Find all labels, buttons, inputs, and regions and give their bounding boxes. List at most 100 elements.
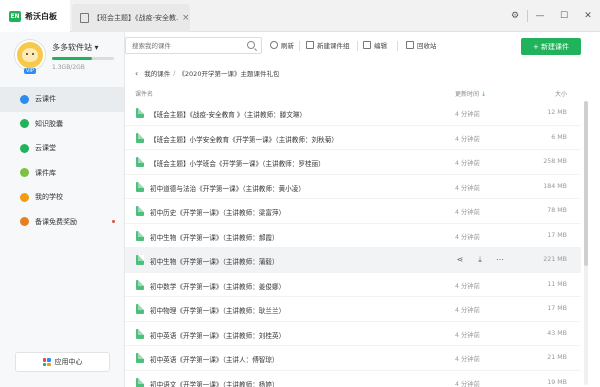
file-name[interactable]: 初中英语《开学第一课》（主讲人：傅智琼）: [150, 354, 279, 364]
download-icon[interactable]: ⤓: [475, 255, 485, 265]
sidebar-item-label: 知识胶囊: [35, 119, 63, 128]
table-header: 课件名 更新时间 ↓ 大小: [125, 87, 581, 101]
file-time: 4 分钟前: [455, 184, 480, 192]
school-icon: [20, 192, 29, 202]
app-logo-icon: EN: [9, 10, 21, 22]
file-list: 【班会主题】《战疫-安全教育 》（主讲教师：滕文琳） 4 分钟前 12 MB 【班会主…: [125, 101, 581, 387]
file-name[interactable]: 【班会主题】小学安全教育《开学第一课》（主讲教师：刘秋菊）: [150, 134, 338, 144]
table-row[interactable]: 【班会主题】《战疫-安全教育 》（主讲教师：滕文琳） 4 分钟前 12 MB: [125, 101, 581, 126]
file-size: 19 MB: [547, 378, 567, 386]
file-size: 78 MB: [547, 207, 567, 214]
capsule-icon: [20, 119, 29, 129]
table-row[interactable]: 初中生物《开学第一课》（主讲教师：郝霞） 4 分钟前 17 MB: [125, 224, 581, 248]
sidebar-item-library[interactable]: 课件库: [0, 161, 124, 186]
toolbar: 刷新 新建课件组 编辑 回收站 + 新建课件: [125, 32, 600, 60]
tab-close-icon[interactable]: ×: [182, 13, 190, 23]
main-panel: ‹ 我的课件 / 《2020开学第一课》主题课件礼包 课件名 更新时间 ↓ 大小…: [125, 60, 600, 387]
file-icon: [136, 377, 144, 387]
back-icon[interactable]: ‹: [135, 69, 138, 78]
file-icon: [136, 157, 144, 167]
vip-badge: VIP: [24, 68, 36, 74]
divider: [299, 41, 300, 51]
classroom-icon: [20, 143, 29, 153]
recycle-bin-icon: [406, 41, 414, 49]
avatar[interactable]: [15, 40, 45, 70]
table-row[interactable]: 初中语文《开学第一课》（主讲教师：杨婷） 4 分钟前 19 MB: [125, 371, 581, 387]
sidebar-item-label: 我的学校: [35, 193, 63, 202]
app-center-button[interactable]: 应用中心: [15, 352, 110, 372]
cloud-icon: [20, 94, 29, 104]
file-name[interactable]: 【班会主题】小学班会《开学第一课》（主讲教师：罗桂丽）: [150, 158, 325, 168]
minimize-icon[interactable]: —: [528, 11, 552, 21]
refresh-button[interactable]: 刷新: [270, 40, 294, 50]
sidebar-item-cloud[interactable]: 云课件: [0, 87, 124, 112]
settings-icon[interactable]: ⚙: [503, 11, 527, 21]
file-time: 4 分钟前: [455, 356, 480, 363]
table-row[interactable]: 初中数学《开学第一课》（主讲教师：姜俊娜） 4 分钟前 11 MB: [125, 273, 581, 297]
search-box[interactable]: [125, 37, 262, 54]
file-size: 43 MB: [547, 329, 567, 337]
app-tab[interactable]: EN 希沃白板: [0, 0, 70, 32]
table-row[interactable]: 初中生物《开学第一课》（主讲教师：蒲毅） ⋖ ⤓ ⋯ 221 MB: [125, 248, 581, 273]
new-folder-icon: [306, 41, 314, 49]
file-size: 17 MB: [547, 231, 567, 239]
file-name[interactable]: 初中生物《开学第一课》（主讲教师：蒲毅）: [150, 256, 279, 266]
file-name[interactable]: 初中历史《开学第一课》（主讲教师：梁富萍）: [150, 207, 285, 217]
breadcrumb-separator: /: [173, 69, 176, 77]
column-header-time[interactable]: 更新时间 ↓: [455, 89, 486, 98]
column-header-size[interactable]: 大小: [555, 89, 567, 98]
file-name[interactable]: 初中物理《开学第一课》（主讲教师：耿兰兰）: [150, 305, 285, 315]
document-tab[interactable]: 【班会主题】《战疫-安全教... ×: [72, 4, 190, 32]
share-icon[interactable]: ⋖: [455, 255, 465, 265]
notification-dot: [112, 220, 115, 224]
file-name[interactable]: 【班会主题】《战疫-安全教育 》（主讲教师：滕文琳）: [150, 109, 306, 119]
file-time: 4 分钟前: [455, 282, 480, 290]
table-row[interactable]: 初中道德与法治《开学第一课》（主讲教师：黄小凌） 4 分钟前 184 MB: [125, 175, 581, 199]
file-size: 21 MB: [547, 354, 567, 361]
search-input[interactable]: [132, 41, 242, 50]
sidebar: VIP 多多软件站 ▾ 1.3GB/2GB 云课件 知识胶囊 云课堂 课件库 我的学校备…: [0, 32, 125, 387]
file-name[interactable]: 初中数学《开学第一课》（主讲教师：姜俊娜）: [150, 281, 285, 291]
file-size: 6 MB: [551, 133, 567, 141]
app-center-label: 应用中心: [54, 358, 83, 366]
file-icon: [136, 255, 144, 265]
file-time: 4 分钟前: [455, 135, 480, 143]
sidebar-item-capsule[interactable]: 知识胶囊: [0, 112, 124, 137]
table-row[interactable]: 初中英语《开学第一课》（主讲教师：刘桂英） 4 分钟前 43 MB: [125, 322, 581, 346]
recycle-bin-button[interactable]: 回收站: [406, 40, 437, 50]
maximize-icon[interactable]: ☐: [552, 11, 576, 21]
storage-bar-fill: [52, 57, 93, 60]
user-name[interactable]: 多多软件站 ▾: [52, 42, 99, 53]
sidebar-item-label: 备课免费奖励: [35, 217, 77, 226]
close-window-icon[interactable]: ✕: [576, 11, 600, 21]
sidebar-item-label: 云课堂: [35, 144, 56, 153]
file-name[interactable]: 初中语文《开学第一课》（主讲教师：杨婷）: [150, 379, 279, 387]
file-icon: [136, 206, 144, 216]
breadcrumb-root[interactable]: 我的课件: [144, 68, 170, 78]
sidebar-item-label: 课件库: [35, 168, 56, 177]
table-row[interactable]: 【班会主题】小学班会《开学第一课》（主讲教师：罗桂丽） 4 分钟前 258 MB: [125, 150, 581, 175]
more-icon[interactable]: ⋯: [495, 255, 505, 265]
file-name[interactable]: 初中道德与法治《开学第一课》（主讲教师：黄小凌）: [150, 183, 305, 193]
new-courseware-button[interactable]: + 新建课件: [521, 38, 581, 55]
divider: [397, 41, 398, 51]
table-row[interactable]: 初中英语《开学第一课》（主讲人：傅智琼） 4 分钟前 21 MB: [125, 346, 581, 371]
scrollbar[interactable]: [584, 101, 588, 385]
table-row[interactable]: 【班会主题】小学安全教育《开学第一课》（主讲教师：刘秋菊） 4 分钟前 6 MB: [125, 126, 581, 150]
search-icon[interactable]: [247, 41, 255, 49]
file-size: 184 MB: [543, 182, 567, 190]
edit-button[interactable]: 编辑: [363, 40, 387, 50]
file-name[interactable]: 初中生物《开学第一课》（主讲教师：郝霞）: [150, 232, 279, 242]
file-time: 4 分钟前: [455, 233, 480, 241]
file-icon: [136, 279, 144, 290]
sidebar-item-school[interactable]: 我的学校: [0, 185, 124, 210]
scrollbar-thumb[interactable]: [584, 101, 588, 266]
sidebar-item-gift[interactable]: 备课免费奖励: [0, 210, 124, 235]
new-group-button[interactable]: 新建课件组: [306, 40, 350, 50]
table-row[interactable]: 初中物理《开学第一课》（主讲教师：耿兰兰） 4 分钟前 17 MB: [125, 297, 581, 322]
table-row[interactable]: 初中历史《开学第一课》（主讲教师：梁富萍） 4 分钟前 78 MB: [125, 199, 581, 224]
column-header-name[interactable]: 课件名: [135, 89, 153, 98]
edit-icon: [363, 41, 371, 49]
sidebar-item-classroom[interactable]: 云课堂: [0, 136, 124, 161]
file-name[interactable]: 初中英语《开学第一课》（主讲教师：刘桂英）: [150, 330, 285, 340]
